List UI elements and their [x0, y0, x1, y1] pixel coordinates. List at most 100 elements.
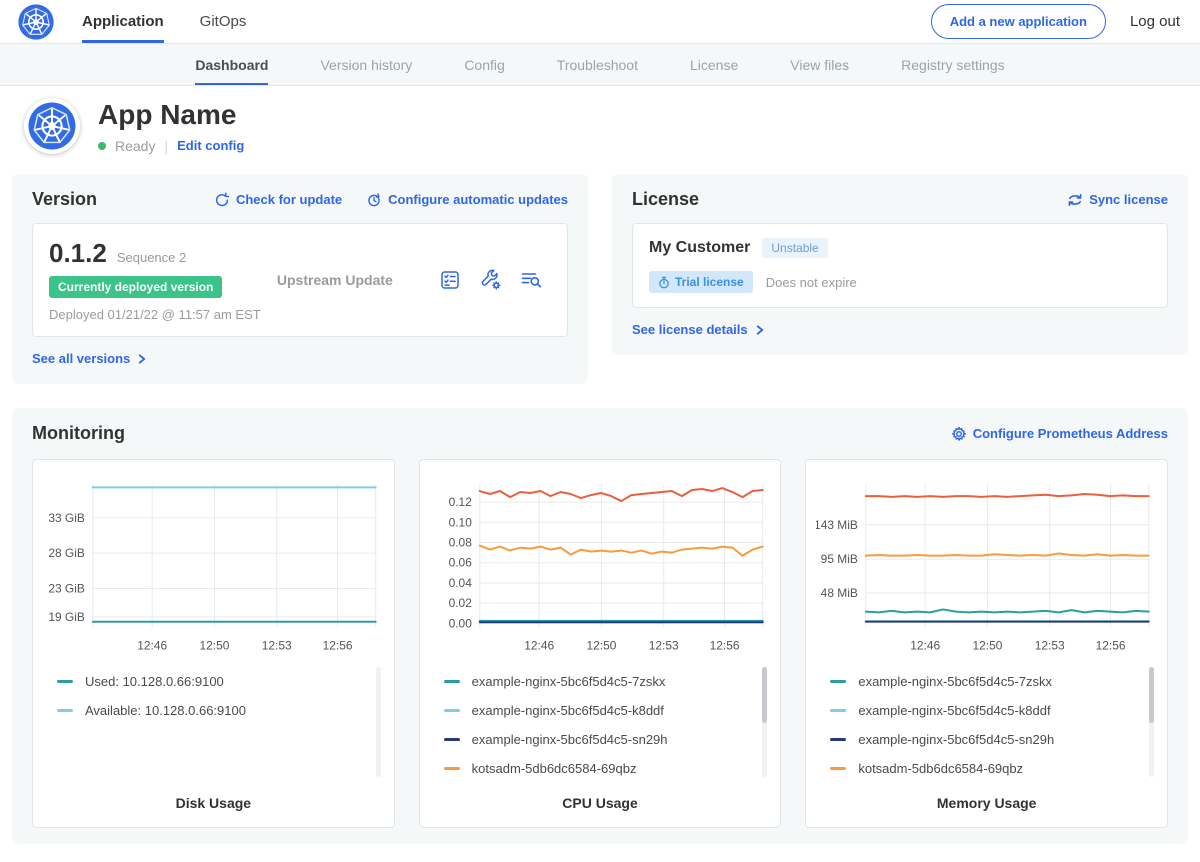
svg-text:0.02: 0.02 [448, 596, 472, 610]
legend-item-pod[interactable]: kotsadm-5db6dc6584-69qbz [830, 754, 1139, 783]
series-color-dash [57, 709, 73, 712]
memory-usage-legend: example-nginx-5bc6f5d4c5-7zskx example-n… [816, 665, 1157, 785]
legend-item-pod[interactable]: example-nginx-5bc6f5d4c5-sn29h [830, 725, 1139, 754]
sync-license-button[interactable]: Sync license [1067, 192, 1168, 207]
tab-view-files[interactable]: View files [790, 44, 849, 85]
series-color-dash [830, 767, 846, 770]
version-card: Version Check for update [12, 174, 588, 384]
legend-item-pod[interactable]: example-nginx-5bc6f5d4c5-7zskx [444, 667, 753, 696]
tab-dashboard[interactable]: Dashboard [195, 44, 268, 85]
deployed-badge: Currently deployed version [49, 276, 222, 298]
primary-tabs: Application GitOps [82, 0, 246, 43]
series-color-dash [444, 738, 460, 741]
version-source-label: Upstream Update [277, 272, 423, 288]
dashboard-content: Version Check for update [0, 172, 1200, 862]
refresh-icon [214, 192, 230, 208]
legend-item-pod[interactable]: example-nginx-5bc6f5d4c5-sn29h [444, 725, 753, 754]
svg-text:12:50: 12:50 [973, 638, 1003, 652]
license-card: License Sync license My Customer Unstabl… [612, 174, 1188, 355]
svg-text:0.06: 0.06 [448, 556, 472, 570]
config-wrench-icon[interactable] [479, 269, 502, 291]
svg-text:12:50: 12:50 [199, 638, 229, 652]
legend-item-pod[interactable]: kotsadm-5db6dc6584-69qbz [444, 754, 753, 783]
tab-troubleshoot[interactable]: Troubleshoot [557, 44, 638, 85]
tab-registry-settings[interactable]: Registry settings [901, 44, 1004, 85]
cpu-usage-chart-card: 0.120.100.080.060.040.020.0012:4612:5012… [419, 459, 782, 828]
legend-item-disk-used[interactable]: Used: 10.128.0.66:9100 [57, 667, 366, 696]
tab-config[interactable]: Config [464, 44, 504, 85]
svg-text:95 MiB: 95 MiB [821, 552, 858, 566]
svg-text:0.04: 0.04 [448, 576, 472, 590]
svg-text:12:53: 12:53 [648, 638, 678, 652]
configure-automatic-updates-button[interactable]: Configure automatic updates [366, 192, 568, 208]
top-navbar: Application GitOps Add a new application… [0, 0, 1200, 44]
svg-text:33 GiB: 33 GiB [48, 511, 85, 525]
legend-item-pod[interactable]: example-nginx-5bc6f5d4c5-k8ddf [830, 696, 1139, 725]
svg-text:0.10: 0.10 [448, 515, 472, 529]
current-version-panel: 0.1.2 Sequence 2 Currently deployed vers… [32, 223, 568, 337]
check-for-update-button[interactable]: Check for update [214, 192, 342, 208]
legend-scrollbar[interactable] [762, 667, 767, 777]
divider: | [164, 138, 168, 154]
logout-link[interactable]: Log out [1130, 13, 1180, 30]
chart-title: Memory Usage [816, 787, 1157, 817]
app-avatar-kubernetes-icon [24, 98, 80, 154]
see-license-details-link[interactable]: See license details [632, 322, 765, 337]
svg-text:48 MiB: 48 MiB [821, 586, 858, 600]
svg-text:19 GiB: 19 GiB [48, 610, 85, 624]
configure-prometheus-button[interactable]: Configure Prometheus Address [951, 426, 1168, 442]
svg-text:0.08: 0.08 [448, 536, 472, 550]
legend-scrollbar[interactable] [1149, 667, 1154, 777]
svg-text:28 GiB: 28 GiB [48, 546, 85, 560]
preflight-checks-icon[interactable] [439, 269, 461, 291]
app-status-text: Ready [115, 138, 155, 154]
monitoring-title: Monitoring [32, 423, 125, 444]
clock-refresh-icon [366, 192, 382, 208]
svg-text:12:56: 12:56 [323, 638, 353, 652]
page-title: App Name [98, 99, 244, 131]
gear-icon [951, 426, 967, 442]
add-application-button[interactable]: Add a new application [931, 4, 1106, 39]
legend-item-disk-available[interactable]: Available: 10.128.0.66:9100 [57, 696, 366, 725]
chevron-right-icon [754, 324, 765, 336]
series-color-dash [444, 767, 460, 770]
tab-version-history[interactable]: Version history [320, 44, 412, 85]
scrollbar-thumb[interactable] [762, 667, 767, 723]
svg-text:143 MiB: 143 MiB [816, 518, 858, 532]
memory-usage-plot: 143 MiB95 MiB48 MiB12:4612:5012:5312:56 [816, 470, 1157, 657]
monitoring-panel: Monitoring Configure Prometheus Address … [12, 408, 1188, 844]
legend-item-pod[interactable]: example-nginx-5bc6f5d4c5-7zskx [830, 667, 1139, 696]
license-card-title: License [632, 189, 699, 210]
deploy-logs-icon[interactable] [520, 270, 543, 290]
cpu-usage-legend: example-nginx-5bc6f5d4c5-7zskx example-n… [430, 665, 771, 785]
svg-text:12:53: 12:53 [1035, 638, 1065, 652]
series-color-dash [830, 738, 846, 741]
legend-item-pod[interactable]: example-nginx-5bc6f5d4c5-k8ddf [444, 696, 753, 725]
svg-text:0.00: 0.00 [448, 616, 472, 630]
svg-text:12:53: 12:53 [262, 638, 292, 652]
tab-application[interactable]: Application [82, 0, 164, 43]
license-expiry-text: Does not expire [766, 275, 857, 290]
series-color-dash [57, 680, 73, 683]
svg-text:0.12: 0.12 [448, 495, 472, 509]
tab-gitops[interactable]: GitOps [200, 0, 247, 43]
series-color-dash [830, 680, 846, 683]
svg-text:23 GiB: 23 GiB [48, 582, 85, 596]
tab-license[interactable]: License [690, 44, 738, 85]
svg-text:12:46: 12:46 [911, 638, 941, 652]
series-color-dash [444, 680, 460, 683]
scrollbar-thumb[interactable] [1149, 667, 1154, 723]
legend-scrollbar[interactable] [376, 667, 381, 777]
chart-title: Disk Usage [43, 787, 384, 817]
see-all-versions-link[interactable]: See all versions [32, 351, 147, 366]
memory-usage-chart-card: 143 MiB95 MiB48 MiB12:4612:5012:5312:56 … [805, 459, 1168, 828]
disk-usage-plot: 33 GiB28 GiB23 GiB19 GiB12:4612:5012:531… [43, 470, 384, 657]
kubernetes-logo-icon[interactable] [18, 4, 54, 40]
channel-badge: Unstable [762, 238, 827, 258]
license-type-badge: Trial license [649, 271, 753, 293]
edit-config-link[interactable]: Edit config [177, 138, 244, 153]
version-number: 0.1.2 [49, 238, 107, 269]
ready-status-dot [98, 142, 106, 150]
version-card-title: Version [32, 189, 97, 210]
customer-name: My Customer [649, 239, 750, 257]
